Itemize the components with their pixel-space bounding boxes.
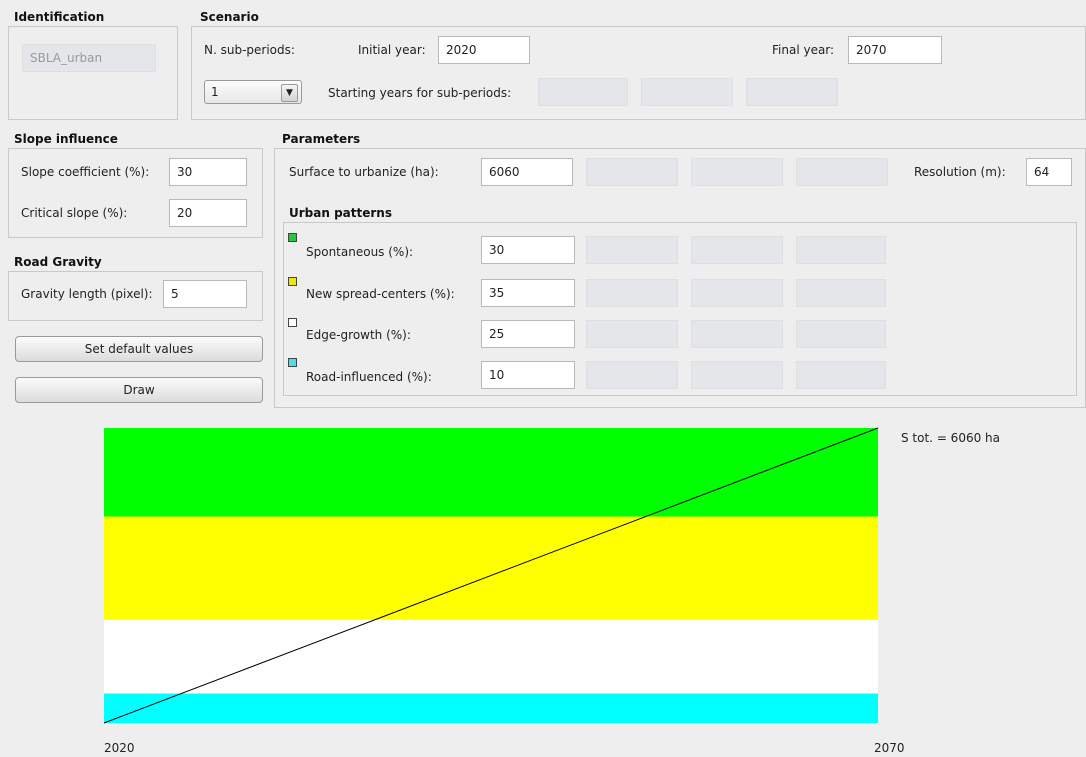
band-road-influenced [104, 693, 878, 723]
new-spread-centers-color-swatch [288, 277, 297, 286]
initial-year-label: Initial year: [358, 43, 426, 57]
edge-growth-label: Edge-growth (%): [306, 328, 411, 342]
subperiods-selected-value: 1 [211, 85, 219, 99]
road-influenced-input[interactable]: 10 [481, 361, 575, 389]
scenario-panel [191, 26, 1086, 120]
spontaneous-color-swatch [288, 233, 297, 242]
gravity-length-label: Gravity length (pixel): [21, 287, 153, 301]
slope-coefficient-input[interactable]: 30 [169, 158, 247, 186]
scenario-title: Scenario [200, 10, 259, 24]
resolution-input[interactable]: 64 [1026, 158, 1072, 186]
parameters-title: Parameters [282, 132, 361, 146]
new-spread-centers-field-4 [796, 279, 886, 307]
slope-coefficient-label: Slope coefficient (%): [21, 165, 150, 179]
edge-growth-field-4 [796, 320, 886, 348]
final-year-input[interactable]: 2070 [848, 36, 942, 64]
spontaneous-field-3 [691, 236, 783, 264]
band-edge-growth [104, 619, 878, 694]
subperiods-dropdown[interactable]: 1 ▼ [204, 80, 302, 104]
identification-panel [8, 26, 178, 120]
starting-year-field-2 [641, 78, 733, 106]
new-spread-centers-field-3 [691, 279, 783, 307]
new-spread-centers-field-2 [586, 279, 678, 307]
spontaneous-field-4 [796, 236, 886, 264]
edge-growth-field-2 [586, 320, 678, 348]
initial-year-input[interactable]: 2020 [438, 36, 530, 64]
n-subperiods-label: N. sub-periods: [204, 43, 295, 57]
spontaneous-field-2 [586, 236, 678, 264]
surface-field-2 [586, 158, 678, 186]
resolution-label: Resolution (m): [914, 165, 1006, 179]
identification-name-field: SBLA_urban [22, 44, 156, 72]
spontaneous-label: Spontaneous (%): [306, 245, 414, 259]
road-gravity-title: Road Gravity [14, 255, 102, 269]
chart-x-end-label: 2070 [874, 741, 905, 755]
road-influenced-label: Road-influenced (%): [306, 370, 432, 384]
spontaneous-input[interactable]: 30 [481, 236, 575, 264]
set-default-values-button[interactable]: Set default values [15, 336, 263, 362]
new-spread-centers-input[interactable]: 35 [481, 279, 575, 307]
edge-growth-input[interactable]: 25 [481, 320, 575, 348]
draw-button[interactable]: Draw [15, 377, 263, 403]
critical-slope-label: Critical slope (%): [21, 206, 128, 220]
edge-growth-color-swatch [288, 318, 297, 327]
surface-field-4 [796, 158, 888, 186]
critical-slope-input[interactable]: 20 [169, 199, 247, 227]
road-influenced-field-3 [691, 361, 783, 389]
road-influenced-color-swatch [288, 358, 297, 367]
chart-total-annotation: S tot. = 6060 ha [901, 431, 1000, 445]
band-new-spread-centers [104, 516, 878, 620]
starting-year-field-3 [746, 78, 838, 106]
final-year-label: Final year: [772, 43, 835, 57]
band-spontaneous [104, 428, 878, 517]
surface-to-urbanize-input[interactable]: 6060 [481, 158, 573, 186]
new-spread-centers-label: New spread-centers (%): [306, 287, 455, 301]
surface-field-3 [691, 158, 783, 186]
identification-title: Identification [14, 10, 105, 24]
gravity-length-input[interactable]: 5 [163, 280, 247, 308]
chevron-down-icon[interactable]: ▼ [281, 84, 298, 102]
surface-to-urbanize-label: Surface to urbanize (ha): [289, 165, 439, 179]
road-influenced-field-2 [586, 361, 678, 389]
slope-influence-title: Slope influence [14, 132, 118, 146]
cumulative-surface-line [103, 427, 879, 724]
chart-x-start-label: 2020 [104, 741, 135, 755]
starting-years-label: Starting years for sub-periods: [328, 86, 512, 100]
starting-year-field-1 [538, 78, 628, 106]
edge-growth-field-3 [691, 320, 783, 348]
road-influenced-field-4 [796, 361, 886, 389]
urban-patterns-title: Urban patterns [289, 206, 392, 220]
